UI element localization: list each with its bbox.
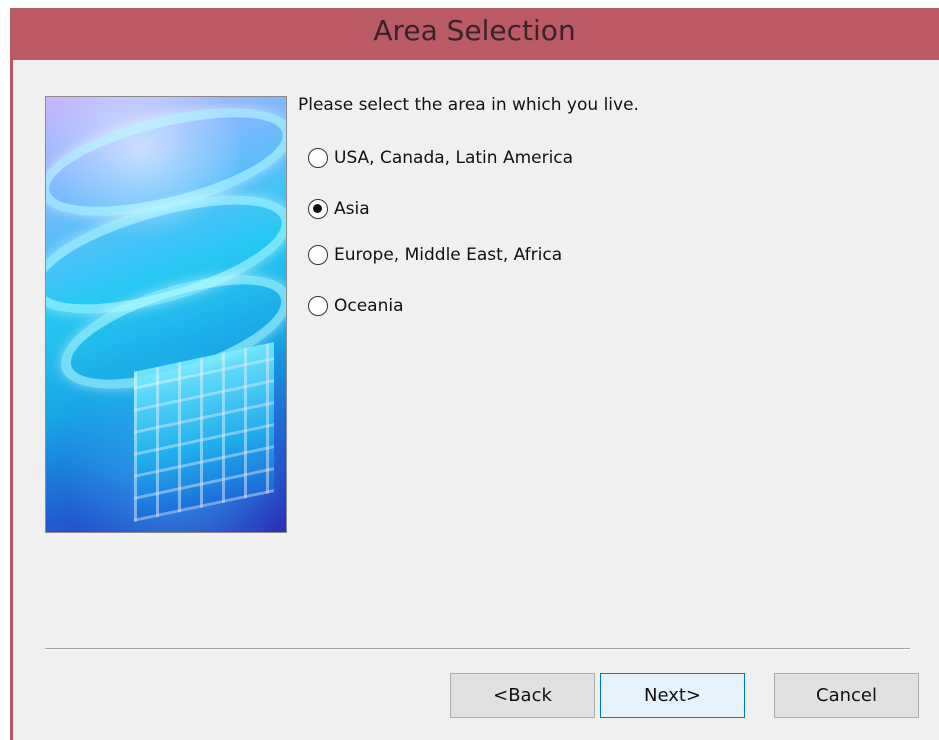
radio-option-europe[interactable]: Europe, Middle East, Africa (308, 242, 562, 268)
radio-label: Oceania (334, 296, 404, 316)
radio-label: USA, Canada, Latin America (334, 148, 574, 168)
dialog-window: Area Selection Please select the area in… (0, 0, 939, 740)
cube-stack-graphic (134, 342, 274, 522)
radio-label: Asia (334, 199, 370, 219)
radio-button[interactable] (308, 148, 328, 168)
radio-button[interactable] (308, 245, 328, 265)
radio-option-usa[interactable]: USA, Canada, Latin America (308, 145, 573, 171)
radio-option-asia[interactable]: Asia (308, 196, 370, 222)
area-prompt: Please select the area in which you live… (298, 95, 639, 115)
next-button[interactable]: Next> (600, 673, 745, 718)
title-bar[interactable]: Area Selection (10, 8, 939, 60)
back-button[interactable]: <Back (450, 673, 595, 718)
radio-selected-dot (313, 204, 322, 213)
radio-button-selected[interactable] (308, 199, 328, 219)
window-title: Area Selection (373, 14, 576, 47)
radio-option-oceania[interactable]: Oceania (308, 293, 404, 319)
banner-image (45, 96, 287, 533)
radio-label: Europe, Middle East, Africa (334, 245, 563, 265)
button-separator (45, 648, 910, 650)
cancel-button[interactable]: Cancel (774, 673, 919, 718)
radio-button[interactable] (308, 296, 328, 316)
